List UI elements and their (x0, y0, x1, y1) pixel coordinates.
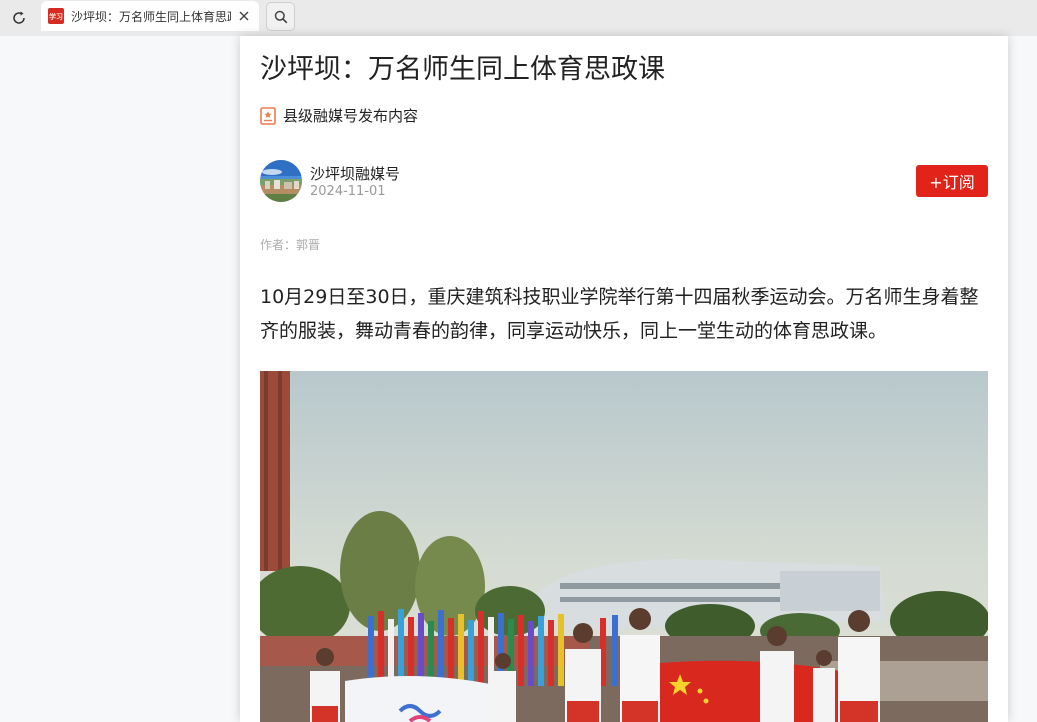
article-title: 沙坪坝：万名师生同上体育思政课 (260, 54, 665, 85)
badge-icon (260, 106, 276, 125)
article-lead-paragraph: 10月29日至30日，重庆建筑科技职业学院举行第十四届秋季运动会。万名师生身着整… (260, 286, 979, 342)
account-name[interactable]: 沙坪坝融媒号 (310, 163, 400, 184)
reload-icon[interactable] (8, 7, 30, 29)
browser-tab-bar: 学习 沙坪坝：万名师生同上体育思政课 (0, 0, 1037, 36)
search-icon (274, 10, 287, 23)
tab-title: 沙坪坝：万名师生同上体育思政课 (71, 9, 231, 24)
avatar[interactable] (260, 160, 302, 202)
browser-tab[interactable]: 学习 沙坪坝：万名师生同上体育思政课 (41, 1, 259, 31)
source-tag-label: 县级融媒号发布内容 (283, 107, 419, 125)
author-row: 沙坪坝融媒号 2024-11-01 +订阅 (260, 160, 988, 204)
search-button[interactable] (266, 2, 295, 31)
article-card: 沙坪坝：万名师生同上体育思政课 县级融媒号发布内容 沙坪坝融媒号 2024-11… (240, 36, 1008, 722)
author-byline: 作者：郭晋 (260, 238, 321, 252)
subscribe-button[interactable]: +订阅 (916, 165, 988, 197)
publish-date: 2024-11-01 (310, 184, 386, 199)
site-favicon: 学习 (48, 8, 64, 24)
source-tag: 县级融媒号发布内容 (260, 105, 418, 126)
close-icon[interactable] (237, 9, 251, 23)
article-photo (260, 371, 988, 722)
favicon-text: 学习 (49, 11, 63, 21)
